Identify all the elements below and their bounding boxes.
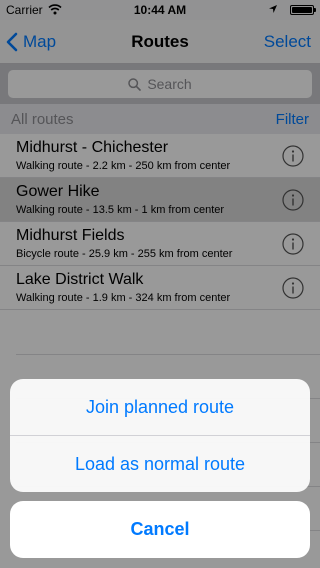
action-sheet: Join planned route Load as normal route: [10, 379, 310, 492]
load-normal-route-button[interactable]: Load as normal route: [10, 436, 310, 492]
join-planned-route-button[interactable]: Join planned route: [10, 379, 310, 435]
cancel-button[interactable]: Cancel: [10, 501, 310, 558]
